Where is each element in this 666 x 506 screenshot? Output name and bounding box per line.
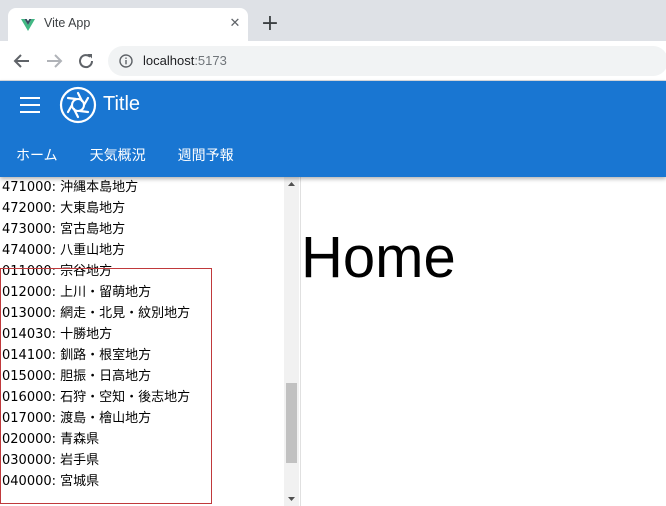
list-scrollbar[interactable] [284, 177, 299, 506]
scroll-down-arrow-icon[interactable] [284, 491, 299, 506]
url-host: localhost [143, 53, 195, 68]
new-tab-icon[interactable]: + [259, 13, 281, 35]
list-item: 471000: 沖縄本島地方 [2, 180, 139, 195]
menu-icon[interactable] [20, 97, 40, 113]
tab-home[interactable]: ホーム [0, 135, 74, 173]
vite-logo-icon [21, 19, 35, 31]
browser-tab[interactable]: Vite App ✕ [8, 8, 248, 41]
list-item: 474000: 八重山地方 [2, 243, 126, 258]
tab-weekly-forecast[interactable]: 週間予報 [162, 135, 250, 173]
list-item: 472000: 大東島地方 [2, 201, 126, 216]
back-arrow-icon[interactable] [11, 50, 33, 72]
app-bar: Title ホーム 天気概況 週間予報 [0, 81, 666, 177]
scroll-up-arrow-icon[interactable] [284, 177, 299, 192]
page-title: Home [301, 225, 456, 290]
scrollbar-thumb[interactable] [286, 383, 297, 463]
reload-icon[interactable] [75, 50, 97, 72]
browser-tab-strip: Vite App ✕ + [0, 0, 666, 41]
info-icon[interactable] [119, 54, 133, 68]
address-bar[interactable]: localhost:5173 [108, 46, 666, 76]
main-content: Home [301, 177, 666, 506]
url-port: :5173 [194, 53, 227, 68]
app-tab-bar: ホーム 天気概況 週間予報 [0, 135, 250, 177]
app-logo-icon [59, 86, 97, 124]
list-item: 473000: 宮古島地方 [2, 222, 126, 237]
region-list-pane[interactable]: 471000: 沖縄本島地方 472000: 大東島地方 473000: 宮古島… [0, 167, 298, 506]
tab-weather-overview[interactable]: 天気概況 [74, 135, 162, 173]
browser-toolbar: localhost:5173 [0, 41, 666, 81]
forward-arrow-icon[interactable] [43, 50, 65, 72]
highlight-box [0, 268, 212, 504]
tab-title: Vite App [44, 16, 91, 30]
app-title: Title [103, 93, 141, 115]
url-text: localhost:5173 [143, 53, 227, 68]
close-tab-icon[interactable]: ✕ [227, 16, 243, 32]
